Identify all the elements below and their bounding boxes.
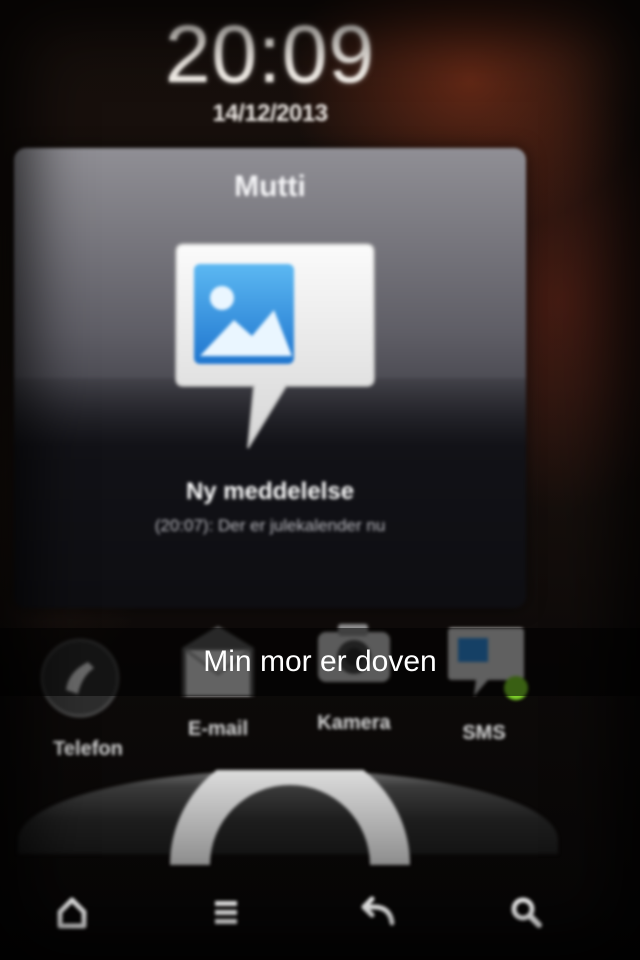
caption-text: Min mor er doven: [203, 645, 437, 678]
lockscreen-clock: 20:09: [164, 9, 376, 100]
home-button[interactable]: [44, 884, 100, 940]
dock-label-kamera[interactable]: Kamera: [294, 712, 414, 735]
navigation-bar: [0, 872, 640, 952]
menu-icon: [215, 901, 237, 924]
back-button[interactable]: [350, 884, 406, 940]
notification-title: Ny meddelelse: [185, 478, 355, 505]
dock-label-email[interactable]: E-mail: [158, 718, 278, 741]
menu-button[interactable]: [198, 884, 254, 940]
home-icon: [57, 897, 87, 929]
search-icon: [511, 897, 542, 928]
search-button[interactable]: [498, 884, 554, 940]
notification-contact-name: Mutti: [234, 170, 306, 203]
back-icon: [361, 896, 395, 926]
dock-label-telefon[interactable]: Telefon: [28, 738, 148, 761]
notification-preview: (20:07): Der er julekalender nu: [154, 516, 386, 535]
caption-bar: Min mor er doven: [0, 628, 640, 696]
message-notification-card[interactable]: Mutti Ny meddelelse (20:07): Der er jule…: [14, 148, 526, 608]
message-bubble-image-icon: [175, 243, 375, 449]
dock-label-sms[interactable]: SMS: [424, 722, 544, 745]
lockscreen-date: 14/12/2013: [212, 100, 328, 127]
